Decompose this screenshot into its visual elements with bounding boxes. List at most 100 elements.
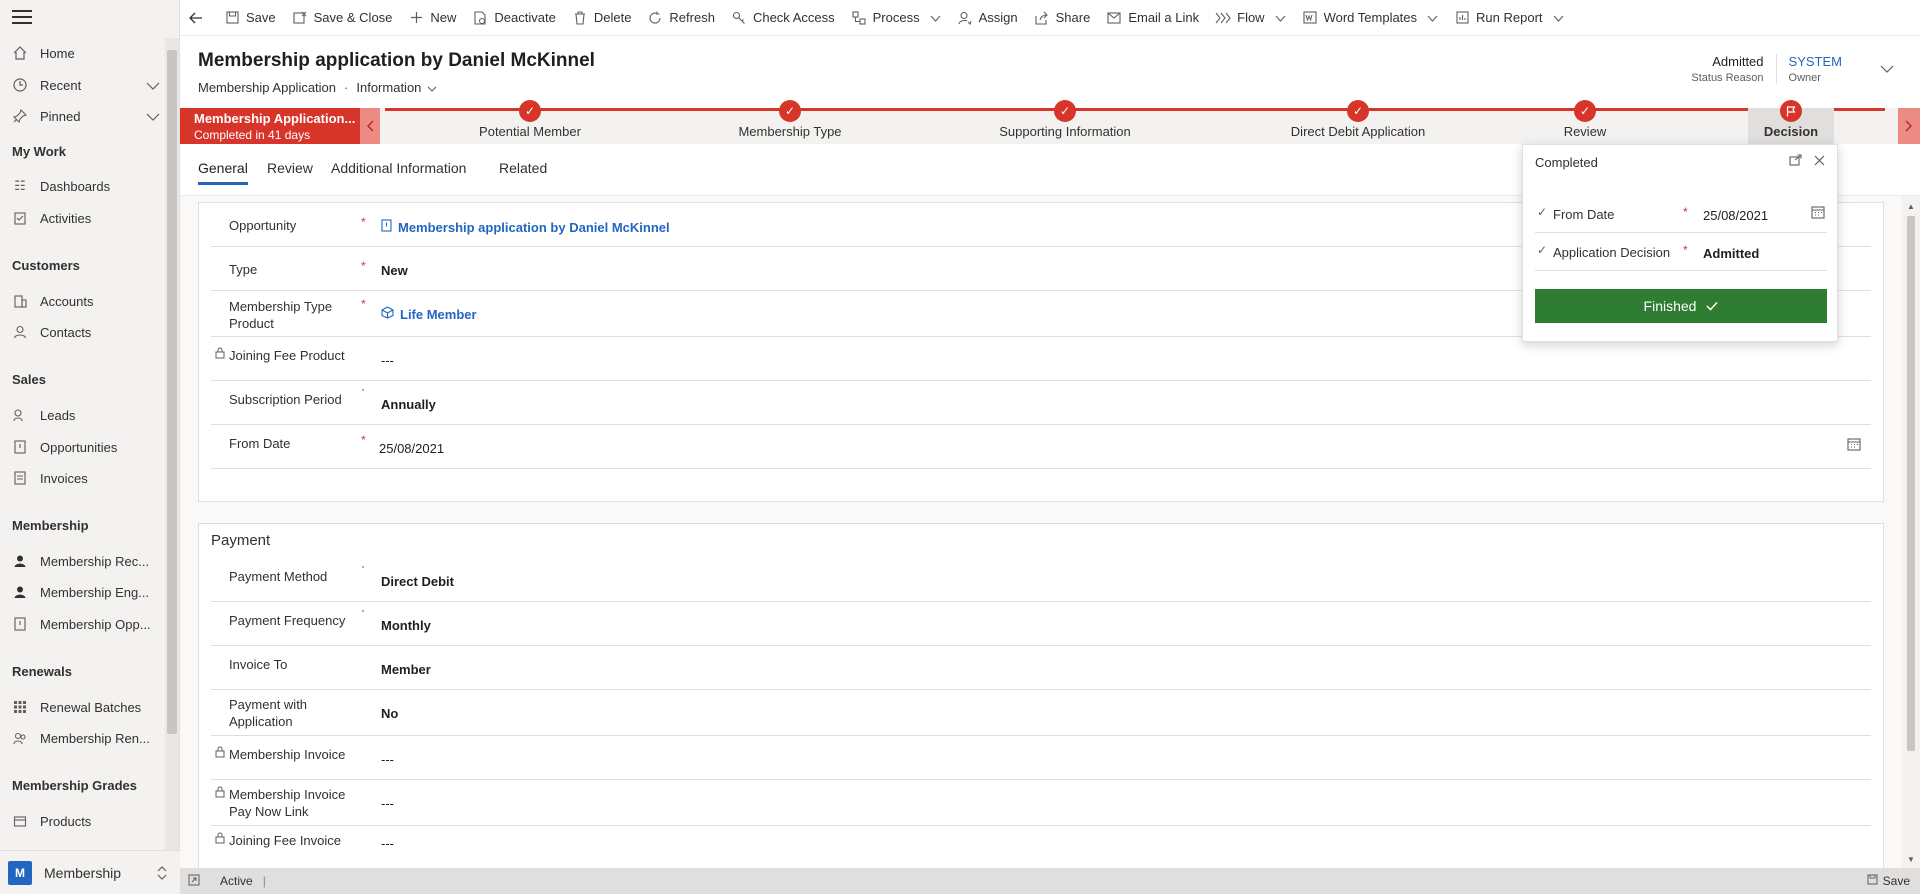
bpf-stage-potential-member[interactable]: ✓ Potential Member xyxy=(430,100,630,144)
tab-additional-information[interactable]: Additional Information xyxy=(331,160,466,176)
sidebar-item-home[interactable]: Home xyxy=(12,39,162,67)
sidebar-item-membership-opportunities[interactable]: Membership Opp... xyxy=(12,610,162,638)
payment-with-application-value[interactable]: No xyxy=(381,706,398,721)
sidebar-item-membership-records[interactable]: Membership Rec... xyxy=(12,547,162,575)
invoice-to-value[interactable]: Member xyxy=(381,662,431,677)
tab-general[interactable]: General xyxy=(198,160,248,185)
box-icon xyxy=(12,813,28,829)
stage-label: Review xyxy=(1563,124,1607,139)
sidebar-item-recent[interactable]: Recent xyxy=(12,71,162,99)
tab-related[interactable]: Related xyxy=(499,160,547,176)
opportunity-lookup-value[interactable]: Membership application by Daniel McKinne… xyxy=(381,219,670,235)
bpf-next-arrow[interactable] xyxy=(1898,108,1920,144)
process-button[interactable]: Process xyxy=(851,10,941,26)
back-button[interactable] xyxy=(188,10,210,26)
bpf-stage-review[interactable]: ✓ Review xyxy=(1485,100,1685,144)
close-icon[interactable] xyxy=(1814,153,1825,169)
pop-out-icon[interactable] xyxy=(1789,153,1802,169)
tab-review[interactable]: Review xyxy=(267,160,313,176)
form-scrollbar[interactable]: ▲ ▼ xyxy=(1902,196,1920,868)
payment-method-value[interactable]: Direct Debit xyxy=(381,574,454,589)
finished-button[interactable]: Finished xyxy=(1535,289,1827,323)
bpf-process-name[interactable]: Membership Application... Completed in 4… xyxy=(180,108,360,144)
sidebar-item-label: Recent xyxy=(40,77,82,93)
sidebar-item-contacts[interactable]: Contacts xyxy=(12,318,162,346)
sidebar-item-leads[interactable]: Leads xyxy=(12,401,162,429)
status-save-button[interactable]: Save xyxy=(1867,874,1910,888)
bpf-stage-supporting-information[interactable]: ✓ Supporting Information xyxy=(965,100,1165,144)
chevron-down-icon[interactable] xyxy=(146,110,160,125)
from-date-input[interactable]: 25/08/2021 xyxy=(379,441,444,456)
membership-type-product-lookup[interactable]: Life Member xyxy=(381,306,477,322)
sidebar-item-membership-engagements[interactable]: Membership Eng... xyxy=(12,578,162,606)
word-templates-button[interactable]: Word Templates xyxy=(1302,10,1438,26)
sidebar-item-activities[interactable]: Activities xyxy=(12,204,162,232)
save-close-button[interactable]: Save & Close xyxy=(292,10,392,26)
form-name: Information xyxy=(356,80,422,95)
header-expand-chevron-icon[interactable] xyxy=(1880,60,1894,76)
sidebar-item-label: Membership Opp... xyxy=(40,616,151,632)
sidebar-item-label: Membership Rec... xyxy=(40,553,150,569)
sidebar-item-accounts[interactable]: Accounts xyxy=(12,287,162,315)
bpf-stage-direct-debit-application[interactable]: ✓ Direct Debit Application xyxy=(1258,100,1458,144)
type-value[interactable]: New xyxy=(381,263,408,278)
status-save-label: Save xyxy=(1882,874,1910,888)
delete-label: Delete xyxy=(593,10,632,25)
flyout-from-date-input[interactable]: 25/08/2021 xyxy=(1703,208,1768,223)
flyout-field-application-decision: ✓ Application Decision * Admitted xyxy=(1535,233,1827,271)
application-decision-value[interactable]: Admitted xyxy=(1703,246,1759,261)
flow-button[interactable]: Flow xyxy=(1215,10,1285,26)
invoice-icon xyxy=(12,470,28,486)
new-button[interactable]: New xyxy=(408,10,456,26)
bpf-stage-membership-type[interactable]: ✓ Membership Type xyxy=(690,100,890,144)
owner-field[interactable]: SYSTEM Owner xyxy=(1775,54,1854,84)
subscription-period-value[interactable]: Annually xyxy=(381,397,436,412)
lookup-text: Life Member xyxy=(400,306,477,322)
chevron-down-icon[interactable] xyxy=(146,79,160,94)
scroll-up-arrow-icon[interactable]: ▲ xyxy=(1907,202,1915,211)
stage-label: Potential Member xyxy=(479,124,581,139)
membership-invoice-value: --- xyxy=(381,752,394,767)
field-label: Subscription Period xyxy=(229,392,342,407)
run-report-button[interactable]: Run Report xyxy=(1454,10,1563,26)
refresh-button[interactable]: Refresh xyxy=(647,10,715,26)
stage-complete-check-icon: ✓ xyxy=(779,100,801,122)
field-label: Application Decision xyxy=(1553,245,1671,260)
sidebar-item-pinned[interactable]: Pinned xyxy=(12,102,162,130)
email-link-button[interactable]: Email a Link xyxy=(1106,10,1199,26)
sidebar-item-opportunities[interactable]: Opportunities xyxy=(12,433,162,461)
check-access-button[interactable]: Check Access xyxy=(731,10,835,26)
delete-button[interactable]: Delete xyxy=(572,10,632,26)
sidebar-scrollbar[interactable] xyxy=(165,38,179,850)
sidebar-scrollbar-thumb[interactable] xyxy=(167,50,177,734)
field-joining-fee-product: Joining Fee Product --- xyxy=(211,337,1871,381)
sidebar-item-products[interactable]: Products xyxy=(12,807,162,835)
sidebar-item-invoices[interactable]: Invoices xyxy=(12,464,162,492)
share-button[interactable]: Share xyxy=(1034,10,1090,26)
deactivate-button[interactable]: Deactivate xyxy=(472,10,556,26)
clipboard-icon xyxy=(12,210,28,226)
payment-frequency-value[interactable]: Monthly xyxy=(381,618,431,633)
form-selector[interactable]: Information xyxy=(356,80,437,95)
hamburger-menu-icon[interactable] xyxy=(12,10,32,26)
email-link-label: Email a Link xyxy=(1128,10,1200,25)
pin-icon xyxy=(12,108,28,124)
assign-label: Assign xyxy=(978,10,1018,25)
bpf-prev-arrow[interactable] xyxy=(360,108,380,144)
deactivate-label: Deactivate xyxy=(494,10,556,25)
area-switcher[interactable]: M Membership xyxy=(0,850,180,894)
calendar-icon[interactable] xyxy=(1811,205,1825,222)
stage-label: Decision xyxy=(1763,124,1819,139)
calendar-icon[interactable] xyxy=(1847,437,1861,454)
form-scrollbar-thumb[interactable] xyxy=(1907,216,1915,751)
bpf-stage-decision[interactable]: Decision xyxy=(1748,100,1834,144)
sidebar-item-renewal-batches[interactable]: Renewal Batches xyxy=(12,693,162,721)
expand-window-icon[interactable] xyxy=(188,874,200,889)
sidebar-item-membership-renewals[interactable]: Membership Ren... xyxy=(12,724,162,752)
save-button[interactable]: Save xyxy=(224,10,276,26)
scroll-down-arrow-icon[interactable]: ▼ xyxy=(1907,855,1915,864)
owner-value[interactable]: SYSTEM xyxy=(1789,54,1842,69)
sidebar-item-dashboards[interactable]: ☷ Dashboards xyxy=(12,172,162,200)
dashboard-icon: ☷ xyxy=(14,178,26,193)
assign-button[interactable]: Assign xyxy=(957,10,1018,26)
